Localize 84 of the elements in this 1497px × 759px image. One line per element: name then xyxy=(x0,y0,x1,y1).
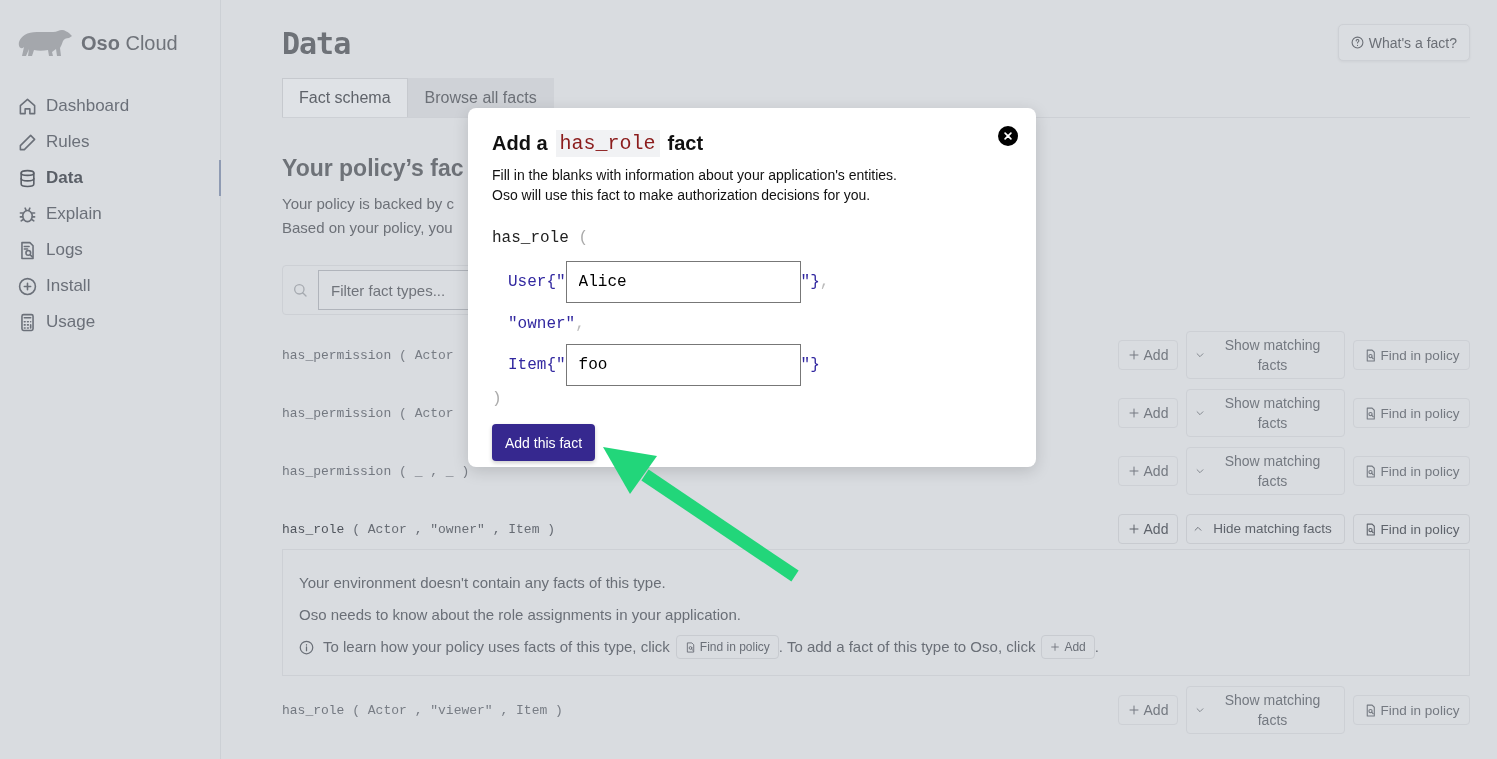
chevron-down-icon xyxy=(1195,350,1205,360)
add-fact-button[interactable]: Add this fact xyxy=(492,424,596,461)
bear-logo-icon xyxy=(17,28,73,58)
nav-item[interactable]: Install xyxy=(0,268,221,304)
type-prefix: Item{" xyxy=(508,356,566,374)
fact-signature: has_permission ( _ , _ ) xyxy=(282,463,470,479)
nav-item[interactable]: Usage xyxy=(0,304,221,340)
plus-icon xyxy=(1127,349,1140,361)
bug-icon xyxy=(18,204,37,224)
toggle-matching-facts-button[interactable]: Show matching facts xyxy=(1186,389,1345,437)
app-logo-text: Oso Cloud xyxy=(81,31,178,55)
parenthesis: ( xyxy=(578,229,589,247)
plus-icon xyxy=(1127,465,1140,477)
chevron-up-icon xyxy=(1193,524,1203,534)
document-search-icon xyxy=(684,641,696,653)
hint-text: To learn how your policy uses facts of this type, click xyxy=(323,637,670,657)
hint-text: . To add a fact of this type to Oso, click xyxy=(778,637,1036,657)
panel-text: Oso needs to know about the role assignments in your application. xyxy=(299,606,741,623)
id-input-field[interactable]: Alice xyxy=(565,261,801,303)
nav-item[interactable]: Data xyxy=(0,160,221,196)
type-suffix: "} xyxy=(800,273,820,291)
section-description: Based on your policy, you xyxy=(282,219,453,236)
chevron-down-icon xyxy=(1195,408,1205,418)
database-icon xyxy=(18,168,37,188)
predicate-name: has_role xyxy=(492,229,570,247)
plus-icon xyxy=(1050,642,1061,652)
nav-item[interactable]: Rules xyxy=(0,124,221,160)
predicate-code: has_role xyxy=(555,130,660,157)
modal-title-text: fact xyxy=(667,132,704,155)
search-icon xyxy=(292,282,308,298)
type-prefix: User{" xyxy=(508,273,566,291)
page-title: Data xyxy=(282,26,351,61)
calculator-icon xyxy=(18,312,37,332)
whats-a-fact-button[interactable]: What's a fact? xyxy=(1337,24,1470,61)
tab[interactable]: Fact schema xyxy=(282,78,408,117)
modal-description: Oso will use this fact to make authorization decisions for you. xyxy=(492,187,871,203)
nav-item[interactable]: Explain xyxy=(0,196,221,232)
close-icon xyxy=(1003,131,1013,141)
panel-text: Your environment doesn't contain any facts of this type. xyxy=(299,574,666,591)
fact-signature: has_permission ( Actor xyxy=(282,405,454,421)
role-literal: "owner" xyxy=(508,314,576,333)
modal-title-text: Add a xyxy=(492,132,548,155)
find-in-policy-button[interactable]: Find in policy xyxy=(675,635,779,659)
nav-item[interactable]: Logs xyxy=(0,232,221,268)
find-in-policy-button[interactable]: Find in policy xyxy=(1353,398,1470,428)
add-button[interactable]: Add xyxy=(1118,456,1178,486)
modal-description: Fill in the blanks with information about your application's entities. xyxy=(492,167,897,183)
toggle-matching-facts-button[interactable]: Show matching facts xyxy=(1186,686,1345,734)
plus-icon xyxy=(1127,704,1140,716)
id-input-field[interactable]: foo xyxy=(565,344,801,386)
fact-signature: has_permission ( Actor xyxy=(282,347,454,363)
nav-item[interactable]: Dashboard xyxy=(0,88,221,124)
section-description: Your policy is backed by c xyxy=(282,195,455,212)
close-button[interactable] xyxy=(998,126,1018,146)
add-button[interactable]: Add xyxy=(1041,635,1095,659)
plus-icon xyxy=(1127,523,1140,535)
find-in-policy-button[interactable]: Find in policy xyxy=(1353,456,1470,486)
hint-text: . xyxy=(1094,637,1099,657)
add-button[interactable]: Add xyxy=(1118,695,1178,725)
comma: , xyxy=(575,314,585,333)
find-in-policy-button[interactable]: Find in policy xyxy=(1353,514,1470,544)
home-icon xyxy=(18,96,37,116)
add-button[interactable]: Add xyxy=(1118,514,1178,544)
comma: , xyxy=(819,273,830,291)
pencil-icon xyxy=(18,132,37,152)
type-suffix: "} xyxy=(800,356,820,374)
info-icon xyxy=(299,639,314,655)
toggle-matching-facts-button[interactable]: Show matching facts xyxy=(1186,447,1345,495)
document-search-icon xyxy=(18,240,37,260)
find-in-policy-button[interactable]: Find in policy xyxy=(1353,695,1470,725)
add-button[interactable]: Add xyxy=(1118,398,1178,428)
fact-signature: has_role ( Actor , "owner" , Item ) xyxy=(282,521,556,537)
find-in-policy-button[interactable]: Find in policy xyxy=(1353,340,1470,370)
add-button[interactable]: Add xyxy=(1118,340,1178,370)
plus-circle-icon xyxy=(18,276,37,296)
question-circle-icon xyxy=(1350,36,1364,49)
toggle-matching-facts-button[interactable]: Hide matching facts xyxy=(1186,514,1345,544)
plus-icon xyxy=(1127,407,1140,419)
chevron-down-icon xyxy=(1195,705,1205,715)
toggle-matching-facts-button[interactable]: Show matching facts xyxy=(1186,331,1345,379)
parenthesis: ) xyxy=(492,390,502,408)
fact-signature: has_role ( Actor , "viewer" , Item ) xyxy=(282,702,563,718)
chevron-down-icon xyxy=(1195,466,1205,476)
section-heading: Your policy’s fac xyxy=(282,155,464,182)
